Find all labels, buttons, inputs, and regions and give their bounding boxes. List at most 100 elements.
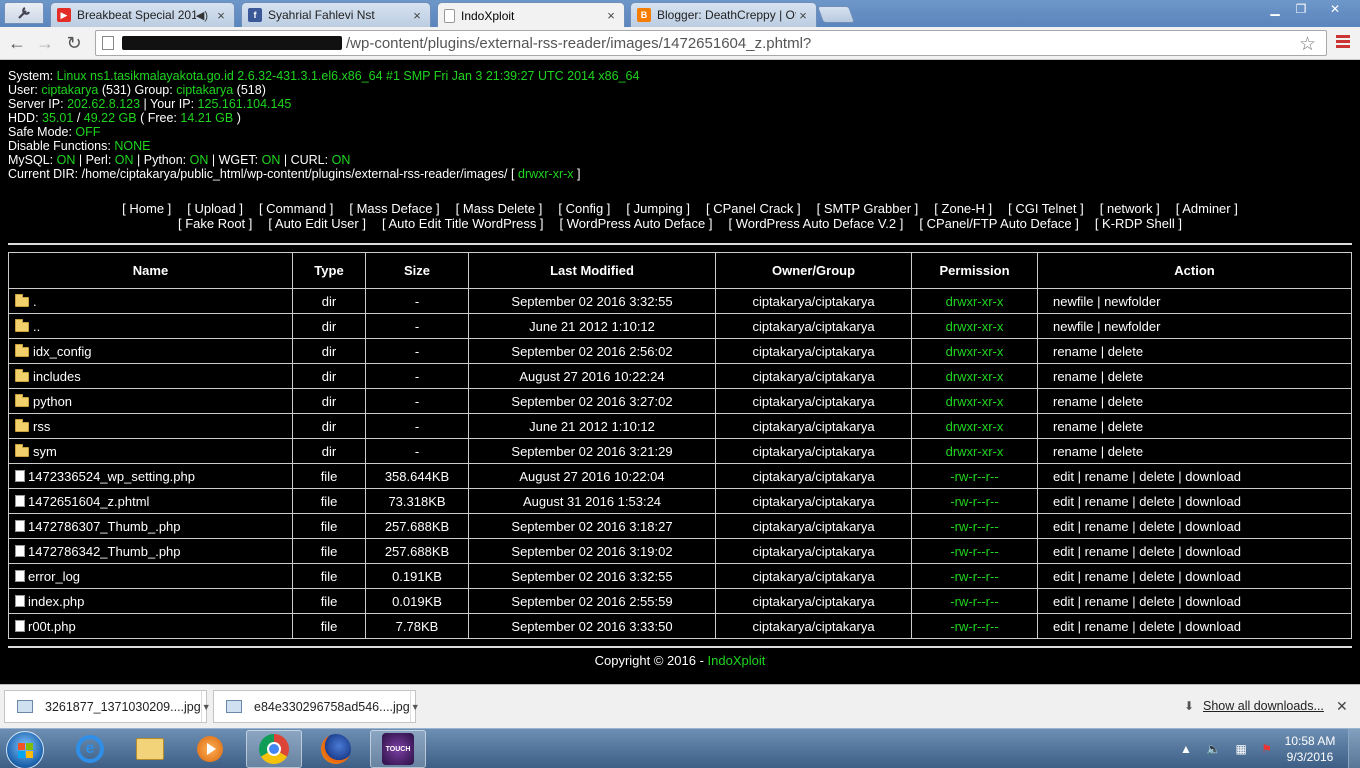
action-rename-link[interactable]: rename <box>1085 594 1129 609</box>
permission[interactable]: drwxr-xr-x <box>911 313 1038 339</box>
action-edit-link[interactable]: edit <box>1053 544 1074 559</box>
back-icon[interactable]: ← <box>5 31 29 55</box>
action-download-link[interactable]: download <box>1185 619 1241 634</box>
action-delete-link[interactable]: delete <box>1108 394 1143 409</box>
action-delete-link[interactable]: delete <box>1139 569 1174 584</box>
action-rename-link[interactable]: rename <box>1053 344 1097 359</box>
file-name-link[interactable]: error_log <box>28 569 80 584</box>
action-rename-link[interactable]: rename <box>1053 394 1097 409</box>
action-delete-link[interactable]: delete <box>1139 469 1174 484</box>
download-item[interactable]: e84e330296758ad546....jpg ▼ <box>213 690 420 723</box>
file-name-link[interactable]: . <box>33 294 37 309</box>
tray-expand-icon[interactable]: ▲ <box>1180 742 1192 756</box>
permission[interactable]: drwxr-xr-x <box>911 438 1038 464</box>
action-download-link[interactable]: download <box>1185 519 1241 534</box>
action-edit-link[interactable]: edit <box>1053 494 1074 509</box>
file-name-link[interactable]: includes <box>33 369 81 384</box>
tool-menu-link[interactable]: [ CGI Telnet ] <box>1008 201 1084 216</box>
restore-icon[interactable]: ❐ <box>1288 0 1314 18</box>
tab-indoxploit[interactable]: IndoXploit × <box>437 2 625 28</box>
chevron-down-icon[interactable]: ▼ <box>409 691 420 722</box>
file-name-link[interactable]: python <box>33 394 72 409</box>
action-rename-link[interactable]: rename <box>1053 419 1097 434</box>
file-name-link[interactable]: sym <box>33 444 57 459</box>
permission[interactable]: -rw-r--r-- <box>911 563 1038 589</box>
taskbar-firefox[interactable] <box>308 730 364 768</box>
action-rename-link[interactable]: rename <box>1085 494 1129 509</box>
tool-menu-link[interactable]: [ Auto Edit Title WordPress ] <box>382 216 544 231</box>
action-rename-link[interactable]: rename <box>1085 569 1129 584</box>
action-rename-link[interactable]: rename <box>1085 544 1129 559</box>
file-name-link[interactable]: 1472336524_wp_setting.php <box>28 469 195 484</box>
tool-menu-link[interactable]: [ Home ] <box>122 201 171 216</box>
close-tab-icon[interactable]: × <box>604 8 618 23</box>
action-newfolder-link[interactable]: newfolder <box>1104 319 1160 334</box>
reload-icon[interactable]: ↻ <box>62 31 86 55</box>
file-name-link[interactable]: rss <box>33 419 50 434</box>
show-all-downloads-link[interactable]: Show all downloads... <box>1203 699 1324 713</box>
taskbar-chrome[interactable] <box>246 730 302 768</box>
action-delete-link[interactable]: delete <box>1139 619 1174 634</box>
permission[interactable]: -rw-r--r-- <box>911 463 1038 489</box>
taskbar-clock[interactable]: 10:58 AM 9/3/2016 <box>1280 733 1340 765</box>
tool-menu-link[interactable]: [ Zone-H ] <box>934 201 992 216</box>
action-delete-link[interactable]: delete <box>1108 444 1143 459</box>
action-delete-link[interactable]: delete <box>1139 594 1174 609</box>
file-name-link[interactable]: 1472651604_z.phtml <box>28 494 149 509</box>
tab-blogger[interactable]: B Blogger: DeathCreppy | Of × <box>630 2 817 27</box>
volume-icon[interactable]: 🔈 <box>1206 742 1221 756</box>
tool-menu-link[interactable]: [ Auto Edit User ] <box>268 216 366 231</box>
tool-menu-link[interactable]: [ Command ] <box>259 201 333 216</box>
action-delete-link[interactable]: delete <box>1108 419 1143 434</box>
action-edit-link[interactable]: edit <box>1053 569 1074 584</box>
speaker-icon[interactable]: ◀) <box>196 9 208 22</box>
network-icon[interactable]: ▦ <box>1236 742 1247 756</box>
permission[interactable]: drwxr-xr-x <box>911 363 1038 389</box>
action-download-link[interactable]: download <box>1185 544 1241 559</box>
close-tab-icon[interactable]: × <box>214 8 228 23</box>
permission[interactable]: drwxr-xr-x <box>911 413 1038 439</box>
close-tab-icon[interactable]: × <box>410 8 424 23</box>
file-name-link[interactable]: idx_config <box>33 344 92 359</box>
file-name-link[interactable]: 1472786342_Thumb_.php <box>28 544 181 559</box>
file-name-link[interactable]: index.php <box>28 594 84 609</box>
close-window-icon[interactable]: ✕ <box>1314 0 1356 18</box>
permission[interactable]: -rw-r--r-- <box>911 513 1038 539</box>
action-rename-link[interactable]: rename <box>1085 619 1129 634</box>
taskbar-touch-app[interactable]: TOUCH <box>370 730 426 768</box>
permission[interactable]: drwxr-xr-x <box>911 338 1038 364</box>
action-download-link[interactable]: download <box>1185 594 1241 609</box>
action-rename-link[interactable]: rename <box>1085 519 1129 534</box>
file-name-link[interactable]: 1472786307_Thumb_.php <box>28 519 181 534</box>
chevron-down-icon[interactable]: ▼ <box>200 691 211 722</box>
tool-menu-link[interactable]: [ SMTP Grabber ] <box>817 201 919 216</box>
action-delete-link[interactable]: delete <box>1139 544 1174 559</box>
permission[interactable]: -rw-r--r-- <box>911 588 1038 614</box>
start-button[interactable] <box>6 731 44 768</box>
action-newfile-link[interactable]: newfile <box>1053 319 1093 334</box>
tool-menu-link[interactable]: [ WordPress Auto Deface ] <box>560 216 713 231</box>
permission[interactable]: -rw-r--r-- <box>911 538 1038 564</box>
tool-menu-link[interactable]: [ Adminer ] <box>1176 201 1238 216</box>
taskbar-internet-explorer[interactable]: e <box>62 730 118 768</box>
action-newfile-link[interactable]: newfile <box>1053 294 1093 309</box>
action-center-icon[interactable]: ⚑ <box>1261 742 1272 756</box>
action-edit-link[interactable]: edit <box>1053 519 1074 534</box>
tool-menu-link[interactable]: [ CPanel/FTP Auto Deface ] <box>919 216 1078 231</box>
permission[interactable]: -rw-r--r-- <box>911 613 1038 639</box>
permission[interactable]: drwxr-xr-x <box>911 288 1038 314</box>
tool-menu-link[interactable]: [ CPanel Crack ] <box>706 201 801 216</box>
tool-menu-link[interactable]: [ Mass Deface ] <box>349 201 439 216</box>
show-desktop-button[interactable] <box>1348 729 1360 768</box>
action-delete-link[interactable]: delete <box>1139 494 1174 509</box>
tool-menu-link[interactable]: [ K-RDP Shell ] <box>1095 216 1182 231</box>
file-name-link[interactable]: r00t.php <box>28 619 76 634</box>
browser-app-menu-button[interactable] <box>4 2 44 24</box>
action-rename-link[interactable]: rename <box>1053 369 1097 384</box>
chrome-menu-icon[interactable] <box>1336 35 1350 50</box>
action-rename-link[interactable]: rename <box>1085 469 1129 484</box>
tool-menu-link[interactable]: [ Jumping ] <box>626 201 690 216</box>
forward-icon[interactable]: → <box>33 31 57 55</box>
tab-breakbeat[interactable]: ▶ Breakbeat Special 2016 ◀) × <box>50 2 235 27</box>
permission[interactable]: drwxr-xr-x <box>911 388 1038 414</box>
